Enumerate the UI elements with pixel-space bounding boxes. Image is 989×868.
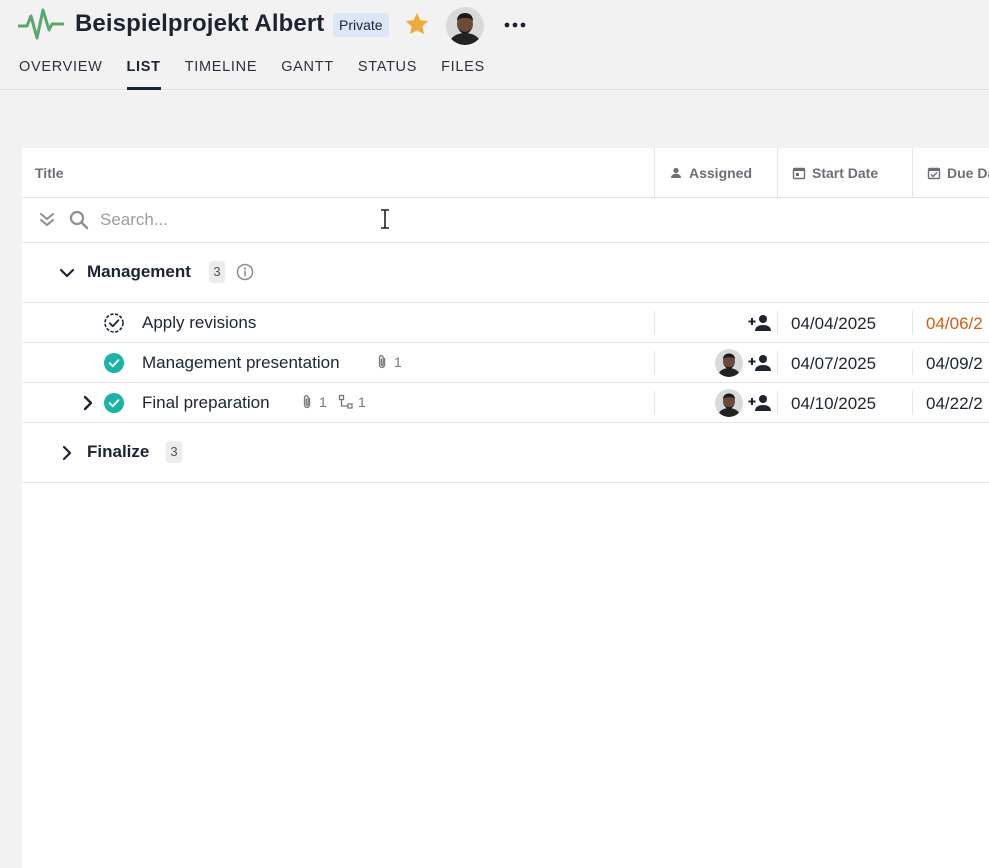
attachment-count-label: 1 xyxy=(394,354,402,370)
chevron-down-icon[interactable] xyxy=(57,263,77,283)
add-person-icon[interactable] xyxy=(748,312,772,334)
column-header-row: Title Assigned Start Date Due Da xyxy=(22,148,989,198)
chevron-right-icon[interactable] xyxy=(57,443,77,463)
start-date[interactable]: 04/07/2025 xyxy=(791,354,876,374)
more-horizontal-icon[interactable] xyxy=(503,15,527,35)
start-date[interactable]: 04/10/2025 xyxy=(791,394,876,414)
task-title[interactable]: Management presentation xyxy=(142,353,340,373)
visibility-badge[interactable]: Private xyxy=(333,13,389,37)
column-due-date[interactable]: Due Da xyxy=(912,148,989,198)
calendar-icon xyxy=(792,167,806,180)
tab-gantt[interactable]: GANTT xyxy=(281,58,334,90)
star-icon[interactable] xyxy=(404,11,430,37)
info-icon[interactable] xyxy=(235,262,255,282)
column-start-label: Start Date xyxy=(812,165,879,181)
search-icon xyxy=(69,210,89,230)
chevron-right-icon[interactable] xyxy=(78,393,98,413)
attachment-count-label: 1 xyxy=(319,394,327,410)
add-person-icon[interactable] xyxy=(748,352,772,374)
tab-files[interactable]: FILES xyxy=(441,58,485,90)
avatar[interactable] xyxy=(446,7,484,45)
cell-divider xyxy=(654,391,655,415)
subtask-count-label: 1 xyxy=(358,394,366,410)
tab-list[interactable]: LIST xyxy=(126,58,161,90)
cell-divider xyxy=(912,351,913,375)
table-row[interactable]: Management presentation 1 04/07/2025 04/… xyxy=(22,343,989,383)
text-cursor-icon xyxy=(381,209,389,229)
column-title[interactable]: Title xyxy=(35,148,64,198)
cell-divider xyxy=(777,351,778,375)
group-name[interactable]: Management xyxy=(87,262,191,282)
person-icon xyxy=(671,167,681,178)
start-date[interactable]: 04/04/2025 xyxy=(791,314,876,334)
attachment-count[interactable]: 1 xyxy=(299,394,327,410)
cell-divider xyxy=(912,391,913,415)
check-circle-filled-icon[interactable] xyxy=(103,392,125,414)
cell-divider xyxy=(777,311,778,335)
assignee-avatar[interactable] xyxy=(715,349,743,377)
group-management: Management 3 xyxy=(22,243,989,303)
attachment-count[interactable]: 1 xyxy=(374,354,402,370)
group-count-badge: 3 xyxy=(166,441,182,463)
column-assigned[interactable]: Assigned xyxy=(654,148,778,198)
project-title: Beispielprojekt Albert xyxy=(75,10,325,37)
tab-overview[interactable]: OVERVIEW xyxy=(19,58,103,90)
subtask-icon xyxy=(338,394,353,409)
task-title[interactable]: Apply revisions xyxy=(142,313,256,333)
table-row[interactable]: Apply revisions 04/04/2025 04/06/2 xyxy=(22,303,989,343)
column-due-label: Due Da xyxy=(947,165,989,181)
due-date[interactable]: 04/22/2 xyxy=(926,394,983,414)
subtask-count[interactable]: 1 xyxy=(338,394,366,410)
group-count-badge: 3 xyxy=(209,261,225,283)
group-name[interactable]: Finalize xyxy=(87,442,149,462)
due-date[interactable]: 04/06/2 xyxy=(926,314,983,334)
pulse-logo-icon xyxy=(18,8,64,40)
double-chevron-down-icon[interactable] xyxy=(38,211,56,229)
tab-status[interactable]: STATUS xyxy=(358,58,417,90)
column-assigned-label: Assigned xyxy=(689,165,753,181)
cell-divider xyxy=(777,391,778,415)
cell-divider xyxy=(912,311,913,335)
check-circle-outline-icon[interactable] xyxy=(103,312,125,334)
assignee-avatar[interactable] xyxy=(715,389,743,417)
calendar-check-icon xyxy=(927,167,941,180)
task-list-panel: Title Assigned Start Date Due Da Managem… xyxy=(22,148,989,868)
paperclip-icon xyxy=(303,395,311,409)
column-start-date[interactable]: Start Date xyxy=(777,148,912,198)
search-input[interactable] xyxy=(100,206,400,234)
paperclip-icon xyxy=(378,355,386,369)
group-finalize: Finalize 3 xyxy=(22,423,989,483)
project-tabs: OVERVIEW LIST TIMELINE GANTT STATUS FILE… xyxy=(19,58,509,90)
task-title[interactable]: Final preparation xyxy=(142,393,270,413)
check-circle-filled-icon[interactable] xyxy=(103,352,125,374)
cell-divider xyxy=(654,311,655,335)
add-person-icon[interactable] xyxy=(748,392,772,414)
table-row[interactable]: Final preparation 1 1 04/10/2025 04/22/2 xyxy=(22,383,989,423)
tab-timeline[interactable]: TIMELINE xyxy=(185,58,257,90)
search-row xyxy=(22,198,989,243)
due-date[interactable]: 04/09/2 xyxy=(926,354,983,374)
project-header: Beispielprojekt Albert Private OVERVIEW … xyxy=(0,0,989,90)
cell-divider xyxy=(654,351,655,375)
